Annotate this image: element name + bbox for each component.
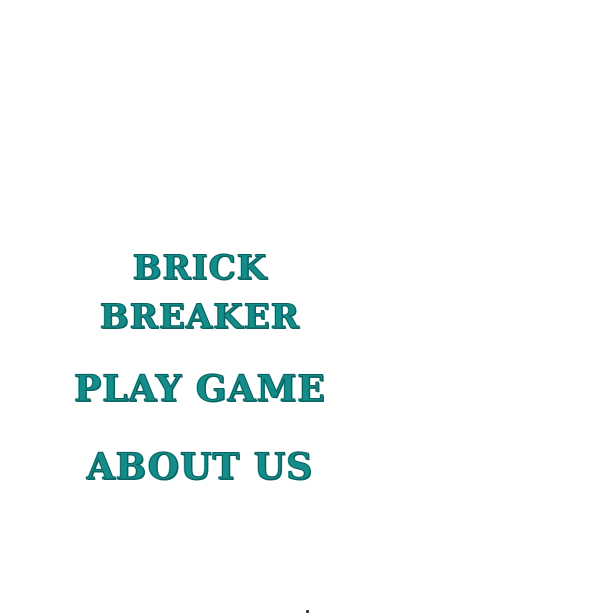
bottom-marker [306, 610, 309, 613]
game-menu-screen: BRICK BREAKER PLAY GAME ABOUT US [0, 0, 614, 615]
play-game-button[interactable]: PLAY GAME [0, 368, 400, 411]
game-title-line-1: BRICK [132, 248, 268, 289]
game-title-line-2: BREAKER [99, 297, 300, 338]
about-us-button[interactable]: ABOUT US [0, 446, 400, 489]
